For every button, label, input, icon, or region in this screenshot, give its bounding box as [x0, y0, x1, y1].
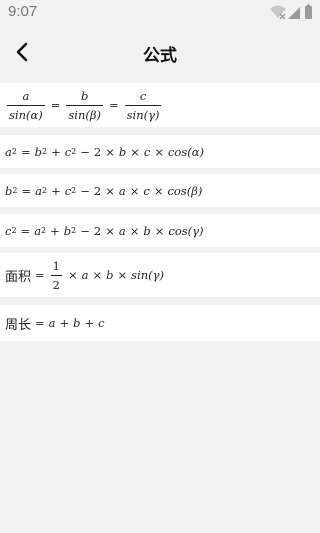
- perimeter-formula: 周长 = a + b + c: [5, 314, 105, 333]
- formula-card-perimeter: 周长 = a + b + c: [0, 305, 320, 341]
- app-bar: 公式: [0, 24, 320, 80]
- signal-icon: [288, 7, 300, 19]
- formula-card-cosine-b: b2 = a2 + c2 − 2 × a × c × cos(β): [0, 174, 320, 207]
- cosine-rule-a-formula: a2 = b2 + c2 − 2 × b × c × cos(α): [5, 144, 204, 159]
- cosine-rule-c-formula: c2 = a2 + b2 − 2 × a × b × cos(γ): [5, 223, 204, 238]
- area-formula: 面积 = 1 2 × a × b × sin(γ): [5, 258, 164, 292]
- formula-card-area: 面积 = 1 2 × a × b × sin(γ): [0, 253, 320, 297]
- status-time: 9:07: [8, 3, 38, 20]
- formula-card-cosine-a: a2 = b2 + c2 − 2 × b × c × cos(α): [0, 135, 320, 168]
- cosine-rule-b-formula: b2 = a2 + c2 − 2 × a × c × cos(β): [5, 183, 203, 198]
- page-title: 公式: [143, 46, 177, 66]
- area-label: 面积: [5, 269, 32, 285]
- status-icons: [270, 4, 314, 20]
- status-bar: 9:07: [0, 0, 320, 24]
- formula-card-cosine-c: c2 = a2 + b2 − 2 × a × b × cos(γ): [0, 214, 320, 247]
- formula-card-sine-rule: a sin(α) = b sin(β) = c sin(γ): [0, 83, 320, 127]
- battery-icon: [305, 4, 312, 19]
- perimeter-label: 周长: [5, 317, 32, 333]
- sine-rule-formula: a sin(α) = b sin(β) = c sin(γ): [7, 88, 162, 122]
- wifi-off-icon: [270, 5, 286, 20]
